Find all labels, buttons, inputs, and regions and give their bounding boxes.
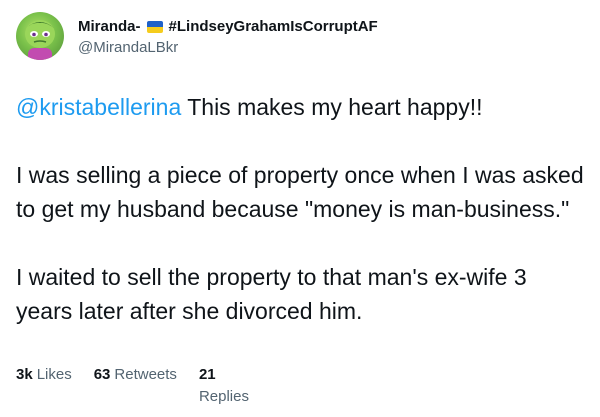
mention-link[interactable]: @kristabellerina — [16, 94, 181, 120]
tweet-paragraph-1: @kristabellerina This makes my heart hap… — [16, 90, 586, 124]
avatar-character-icon — [25, 20, 55, 60]
likes-count: 3k — [16, 366, 33, 383]
tweet-card: Miranda- #LindseyGrahamIsCorruptAF @Mira… — [0, 0, 600, 417]
display-name-row[interactable]: Miranda- #LindseyGrahamIsCorruptAF — [78, 18, 378, 37]
user-handle[interactable]: @MirandaLBkr — [78, 39, 378, 58]
tweet-paragraph-3: I waited to sell the property to that ma… — [16, 264, 527, 324]
ukraine-flag-icon — [146, 21, 163, 34]
replies-count: 21 — [198, 366, 216, 383]
retweets-stat[interactable]: 63 Retweets — [94, 364, 177, 386]
avatar[interactable] — [16, 12, 64, 60]
display-name[interactable]: Miranda- — [78, 18, 141, 37]
tweet-line-1-text: This makes my heart happy!! — [181, 94, 483, 120]
display-name-hashtag[interactable]: #LindseyGrahamIsCorruptAF — [169, 18, 378, 37]
tweet-stats: 3k Likes 63 Retweets 21 Replies — [16, 364, 281, 408]
replies-stat[interactable]: 21 Replies — [199, 364, 259, 408]
tweet-header: Miranda- #LindseyGrahamIsCorruptAF @Mira… — [16, 12, 378, 60]
likes-stat[interactable]: 3k Likes — [16, 364, 72, 386]
replies-label: Replies — [198, 388, 249, 405]
tweet-paragraph-2: I was selling a piece of property once w… — [16, 162, 584, 222]
user-names: Miranda- #LindseyGrahamIsCorruptAF @Mira… — [78, 18, 378, 58]
retweets-label: Retweets — [114, 366, 177, 383]
retweets-count: 63 — [93, 366, 111, 383]
likes-label: Likes — [36, 366, 72, 383]
tweet-text: @kristabellerina This makes my heart hap… — [16, 90, 586, 328]
